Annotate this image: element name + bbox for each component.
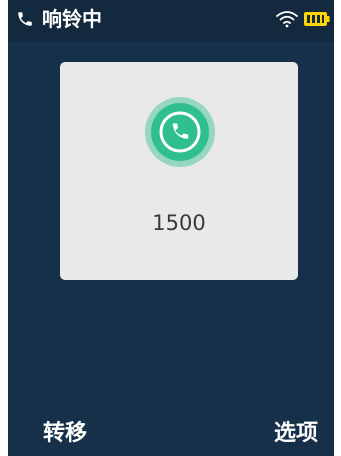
status-bar: 响铃中 xyxy=(8,0,334,42)
wifi-icon xyxy=(276,11,298,28)
softkey-bar: 转移 选项 xyxy=(8,408,334,456)
incoming-call-card: 1500 xyxy=(60,62,298,280)
caller-number: 1500 xyxy=(152,211,206,235)
phone-screen: 响铃中 1500 转移 选项 xyxy=(8,0,334,456)
battery-icon xyxy=(304,12,330,26)
call-status-title: 响铃中 xyxy=(42,7,102,31)
transfer-softkey[interactable]: 转移 xyxy=(43,420,87,448)
options-softkey[interactable]: 选项 xyxy=(274,420,318,448)
ringing-phone-icon xyxy=(145,97,215,167)
phone-icon xyxy=(18,12,32,26)
